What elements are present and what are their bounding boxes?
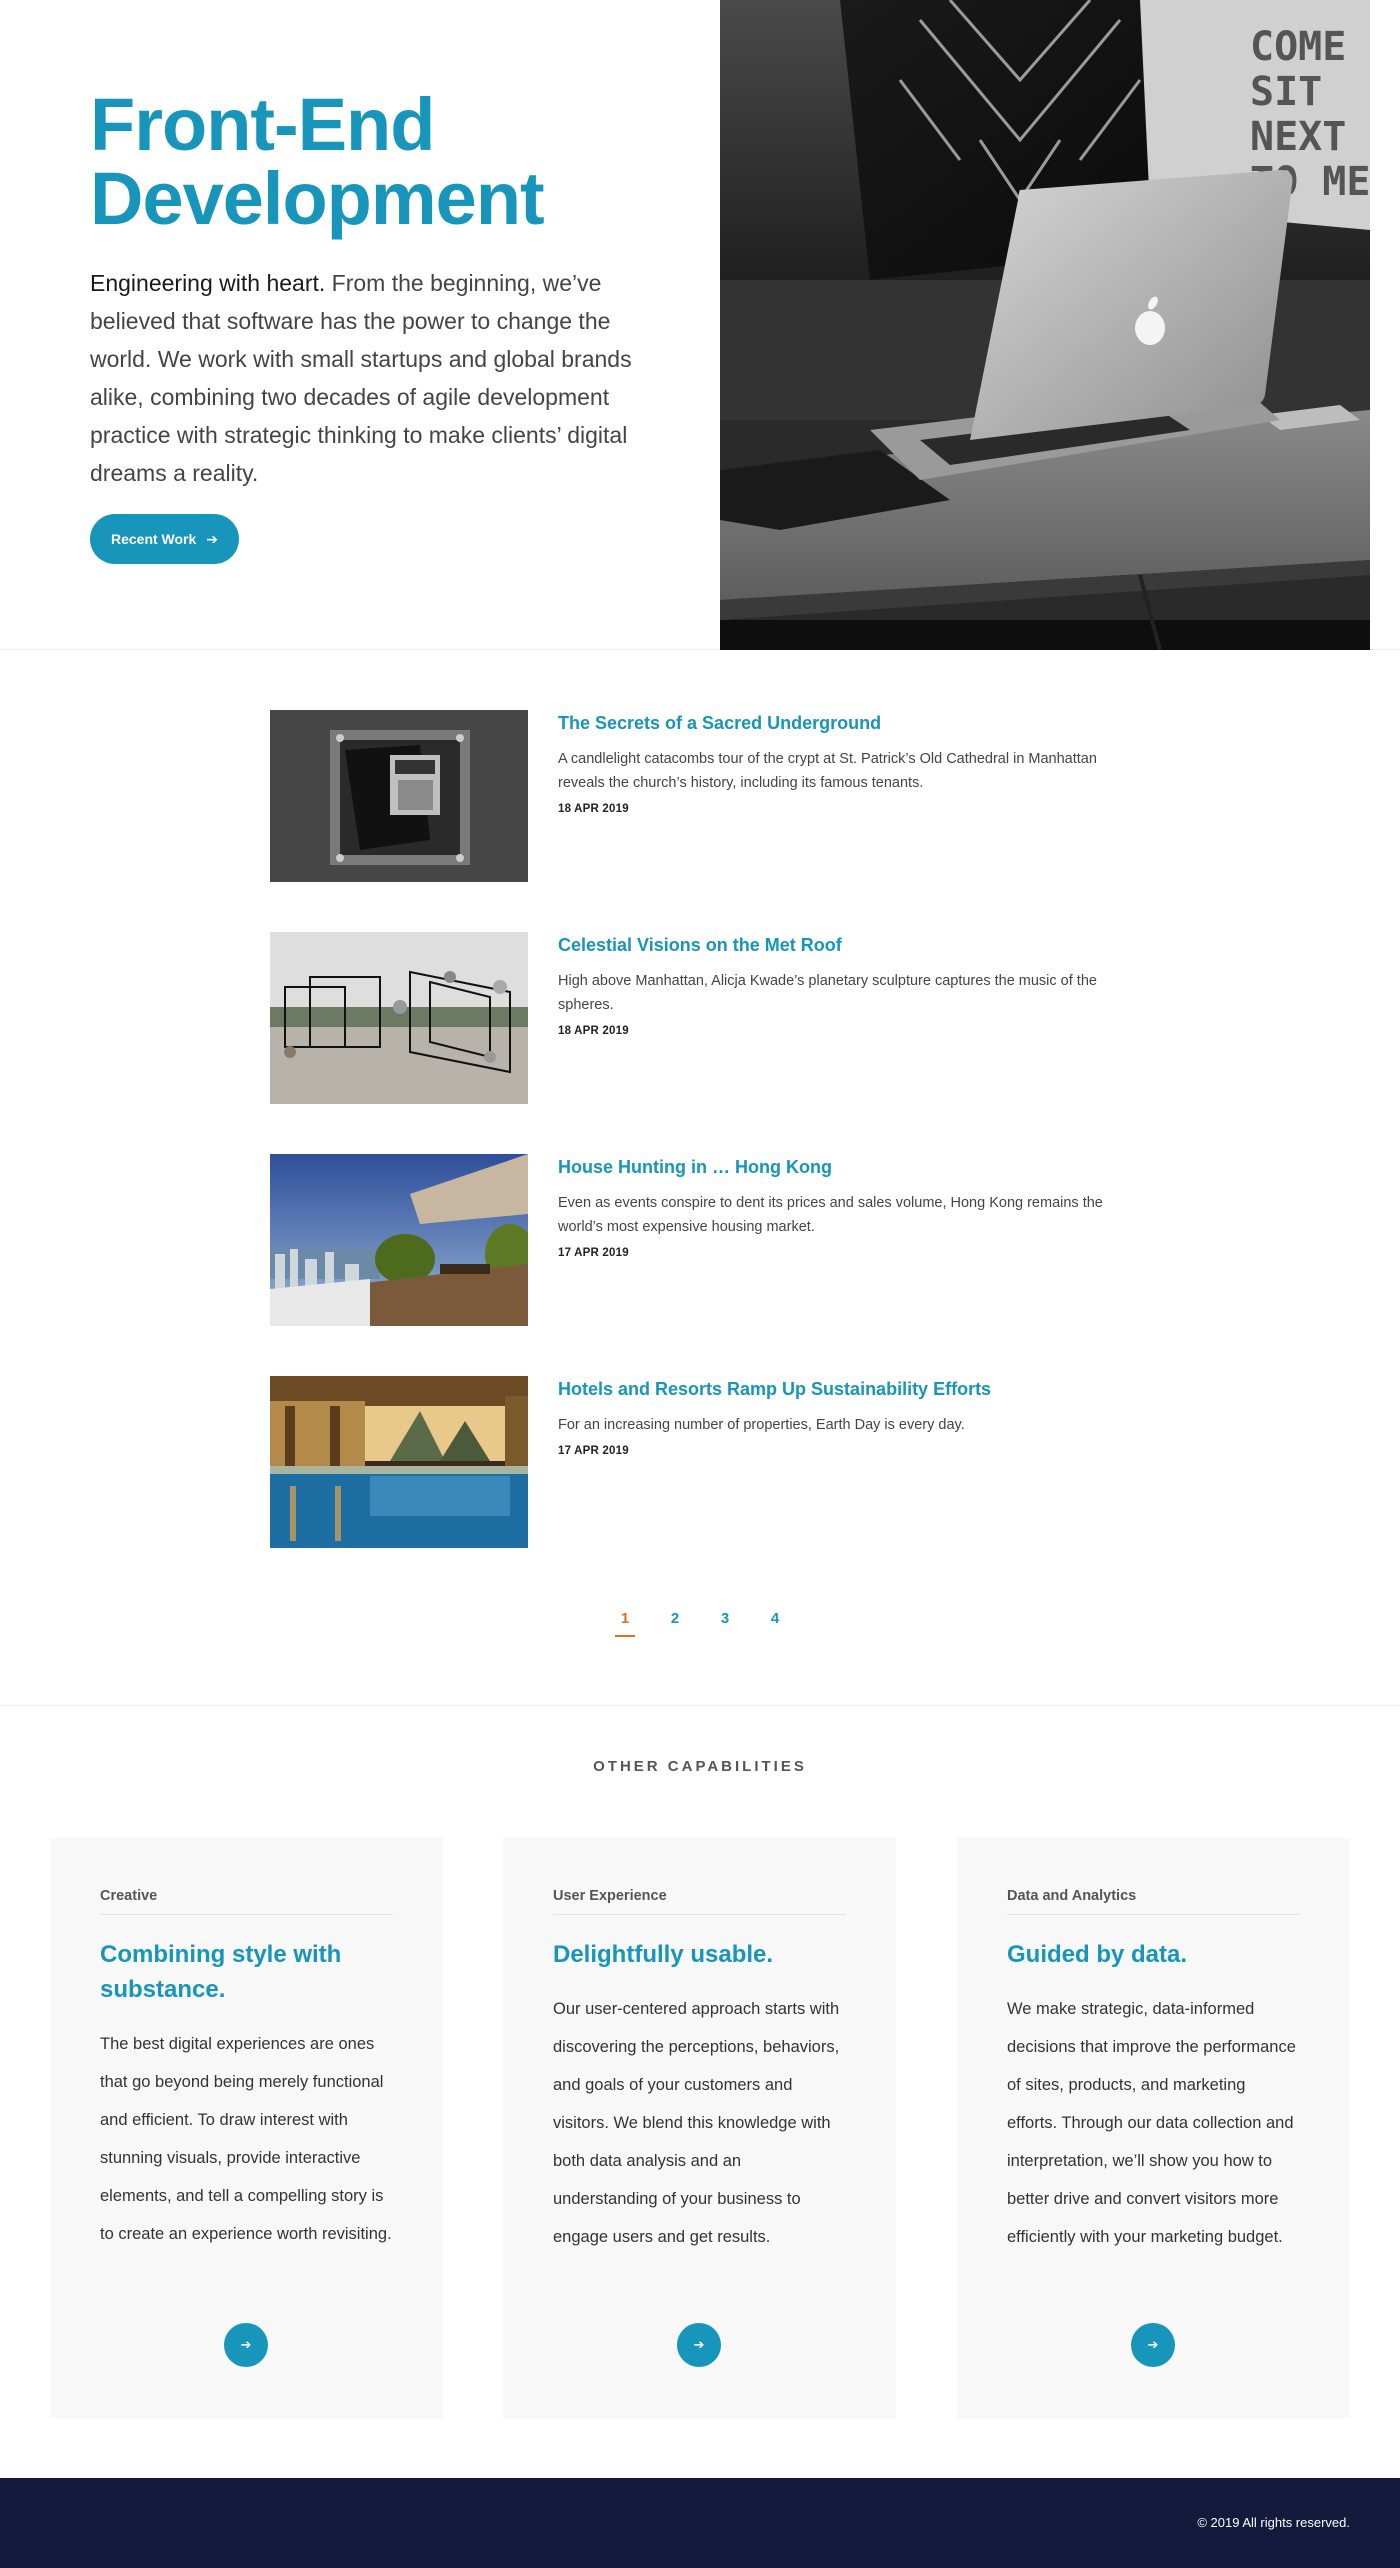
capability-title: Guided by data. [1007,1941,1188,1968]
page-link-1[interactable]: 1 [615,1610,635,1637]
article-date: 17 APR 2019 [558,1445,629,1457]
capability-more-button[interactable]: ➔ [677,2323,721,2367]
capability-card-data-analytics: Data and Analytics Guided by data. We ma… [957,1838,1350,2418]
article-date: 18 APR 2019 [558,803,629,815]
hero-section: Front-End Development Engineering with h… [0,0,1400,650]
article-item: Hotels and Resorts Ramp Up Sustainabilit… [270,1376,1130,1548]
article-thumbnail[interactable] [270,1376,528,1548]
hero-paragraph: Engineering with heart. From the beginni… [90,264,660,492]
article-item: The Secrets of a Sacred Underground A ca… [270,710,1130,882]
catacombs-image [270,710,528,882]
hero-text: Front-End Development Engineering with h… [90,88,660,564]
arrow-right-icon: ➔ [206,530,219,547]
recent-work-label: Recent Work [110,531,197,547]
capability-description: We make strategic, data-informed decisio… [1007,2000,1296,2246]
articles-list: The Secrets of a Sacred Underground A ca… [270,710,1130,1598]
title-line-2: Development [90,157,545,240]
capability-card-creative: Creative Combining style with substance.… [50,1838,443,2418]
article-description: A candlelight catacombs tour of the cryp… [558,751,1097,791]
capability-more-button[interactable]: ➔ [224,2323,268,2367]
hero-body-text: From the beginning, we’ve believed that … [90,270,632,486]
capabilities-grid: Creative Combining style with substance.… [50,1838,1350,2418]
article-description: For an increasing number of properties, … [558,1417,965,1433]
article-thumbnail[interactable] [270,932,528,1104]
arrow-right-icon: ➔ [693,2337,705,2352]
page-link-4[interactable]: 4 [765,1610,785,1637]
capability-card-user-experience: User Experience Delightfully usable. Our… [503,1838,896,2418]
laptop-illustration: COME SIT NEXT TO ME [720,0,1370,650]
page-title: Front-End Development [90,88,660,236]
article-description: Even as events conspire to dent its pric… [558,1195,1103,1235]
article-body: Hotels and Resorts Ramp Up Sustainabilit… [558,1376,1130,1457]
arrow-right-icon: ➔ [1147,2337,1159,2352]
title-line-1: Front-End [90,83,435,166]
page-link-3[interactable]: 3 [715,1610,735,1637]
article-body: Celestial Visions on the Met Roof High a… [558,932,1130,1037]
article-description: High above Manhattan, Alicja Kwade’s pla… [558,973,1097,1013]
article-body: House Hunting in … Hong Kong Even as eve… [558,1154,1130,1259]
article-title-link[interactable]: Hotels and Resorts Ramp Up Sustainabilit… [558,1377,1130,1401]
recent-work-button[interactable]: Recent Work ➔ [90,514,239,564]
copyright-text: © 2019 All rights reserved. [1197,2515,1350,2530]
pillow-text: COME [1250,24,1346,70]
svg-text:NEXT: NEXT [1250,114,1346,160]
capability-more-button[interactable]: ➔ [1131,2323,1175,2367]
capability-description: The best digital experiences are ones th… [100,2035,392,2243]
page-link-2[interactable]: 2 [665,1610,685,1637]
met-roof-image [270,932,528,1104]
article-date: 17 APR 2019 [558,1247,629,1259]
capabilities-heading: OTHER CAPABILITIES [593,1758,807,1775]
article-title-link[interactable]: House Hunting in … Hong Kong [558,1155,1130,1179]
capability-label: User Experience [553,1888,846,1915]
article-item: Celestial Visions on the Met Roof High a… [270,932,1130,1104]
capability-label: Data and Analytics [1007,1888,1300,1915]
article-date: 18 APR 2019 [558,1025,629,1037]
article-title-link[interactable]: The Secrets of a Sacred Underground [558,711,1130,735]
svg-text:SIT: SIT [1250,69,1322,115]
capability-label: Creative [100,1888,393,1915]
hero-lead: Engineering with heart. [90,270,326,296]
article-title-link[interactable]: Celestial Visions on the Met Roof [558,933,1130,957]
hong-kong-image [270,1154,528,1326]
article-thumbnail[interactable] [270,710,528,882]
section-divider [0,1705,1400,1706]
pagination: 1 2 3 4 [0,1610,1400,1637]
capability-title: Combining style with substance. [100,1941,342,2003]
arrow-right-icon: ➔ [240,2337,252,2352]
article-body: The Secrets of a Sacred Underground A ca… [558,710,1130,815]
capability-title: Delightfully usable. [553,1941,774,1968]
site-footer: © 2019 All rights reserved. [0,2478,1400,2568]
article-thumbnail[interactable] [270,1154,528,1326]
resort-pool-image [270,1376,528,1548]
article-item: House Hunting in … Hong Kong Even as eve… [270,1154,1130,1326]
hero-laptop-photo: COME SIT NEXT TO ME [720,0,1370,650]
capability-description: Our user-centered approach starts with d… [553,2000,840,2246]
